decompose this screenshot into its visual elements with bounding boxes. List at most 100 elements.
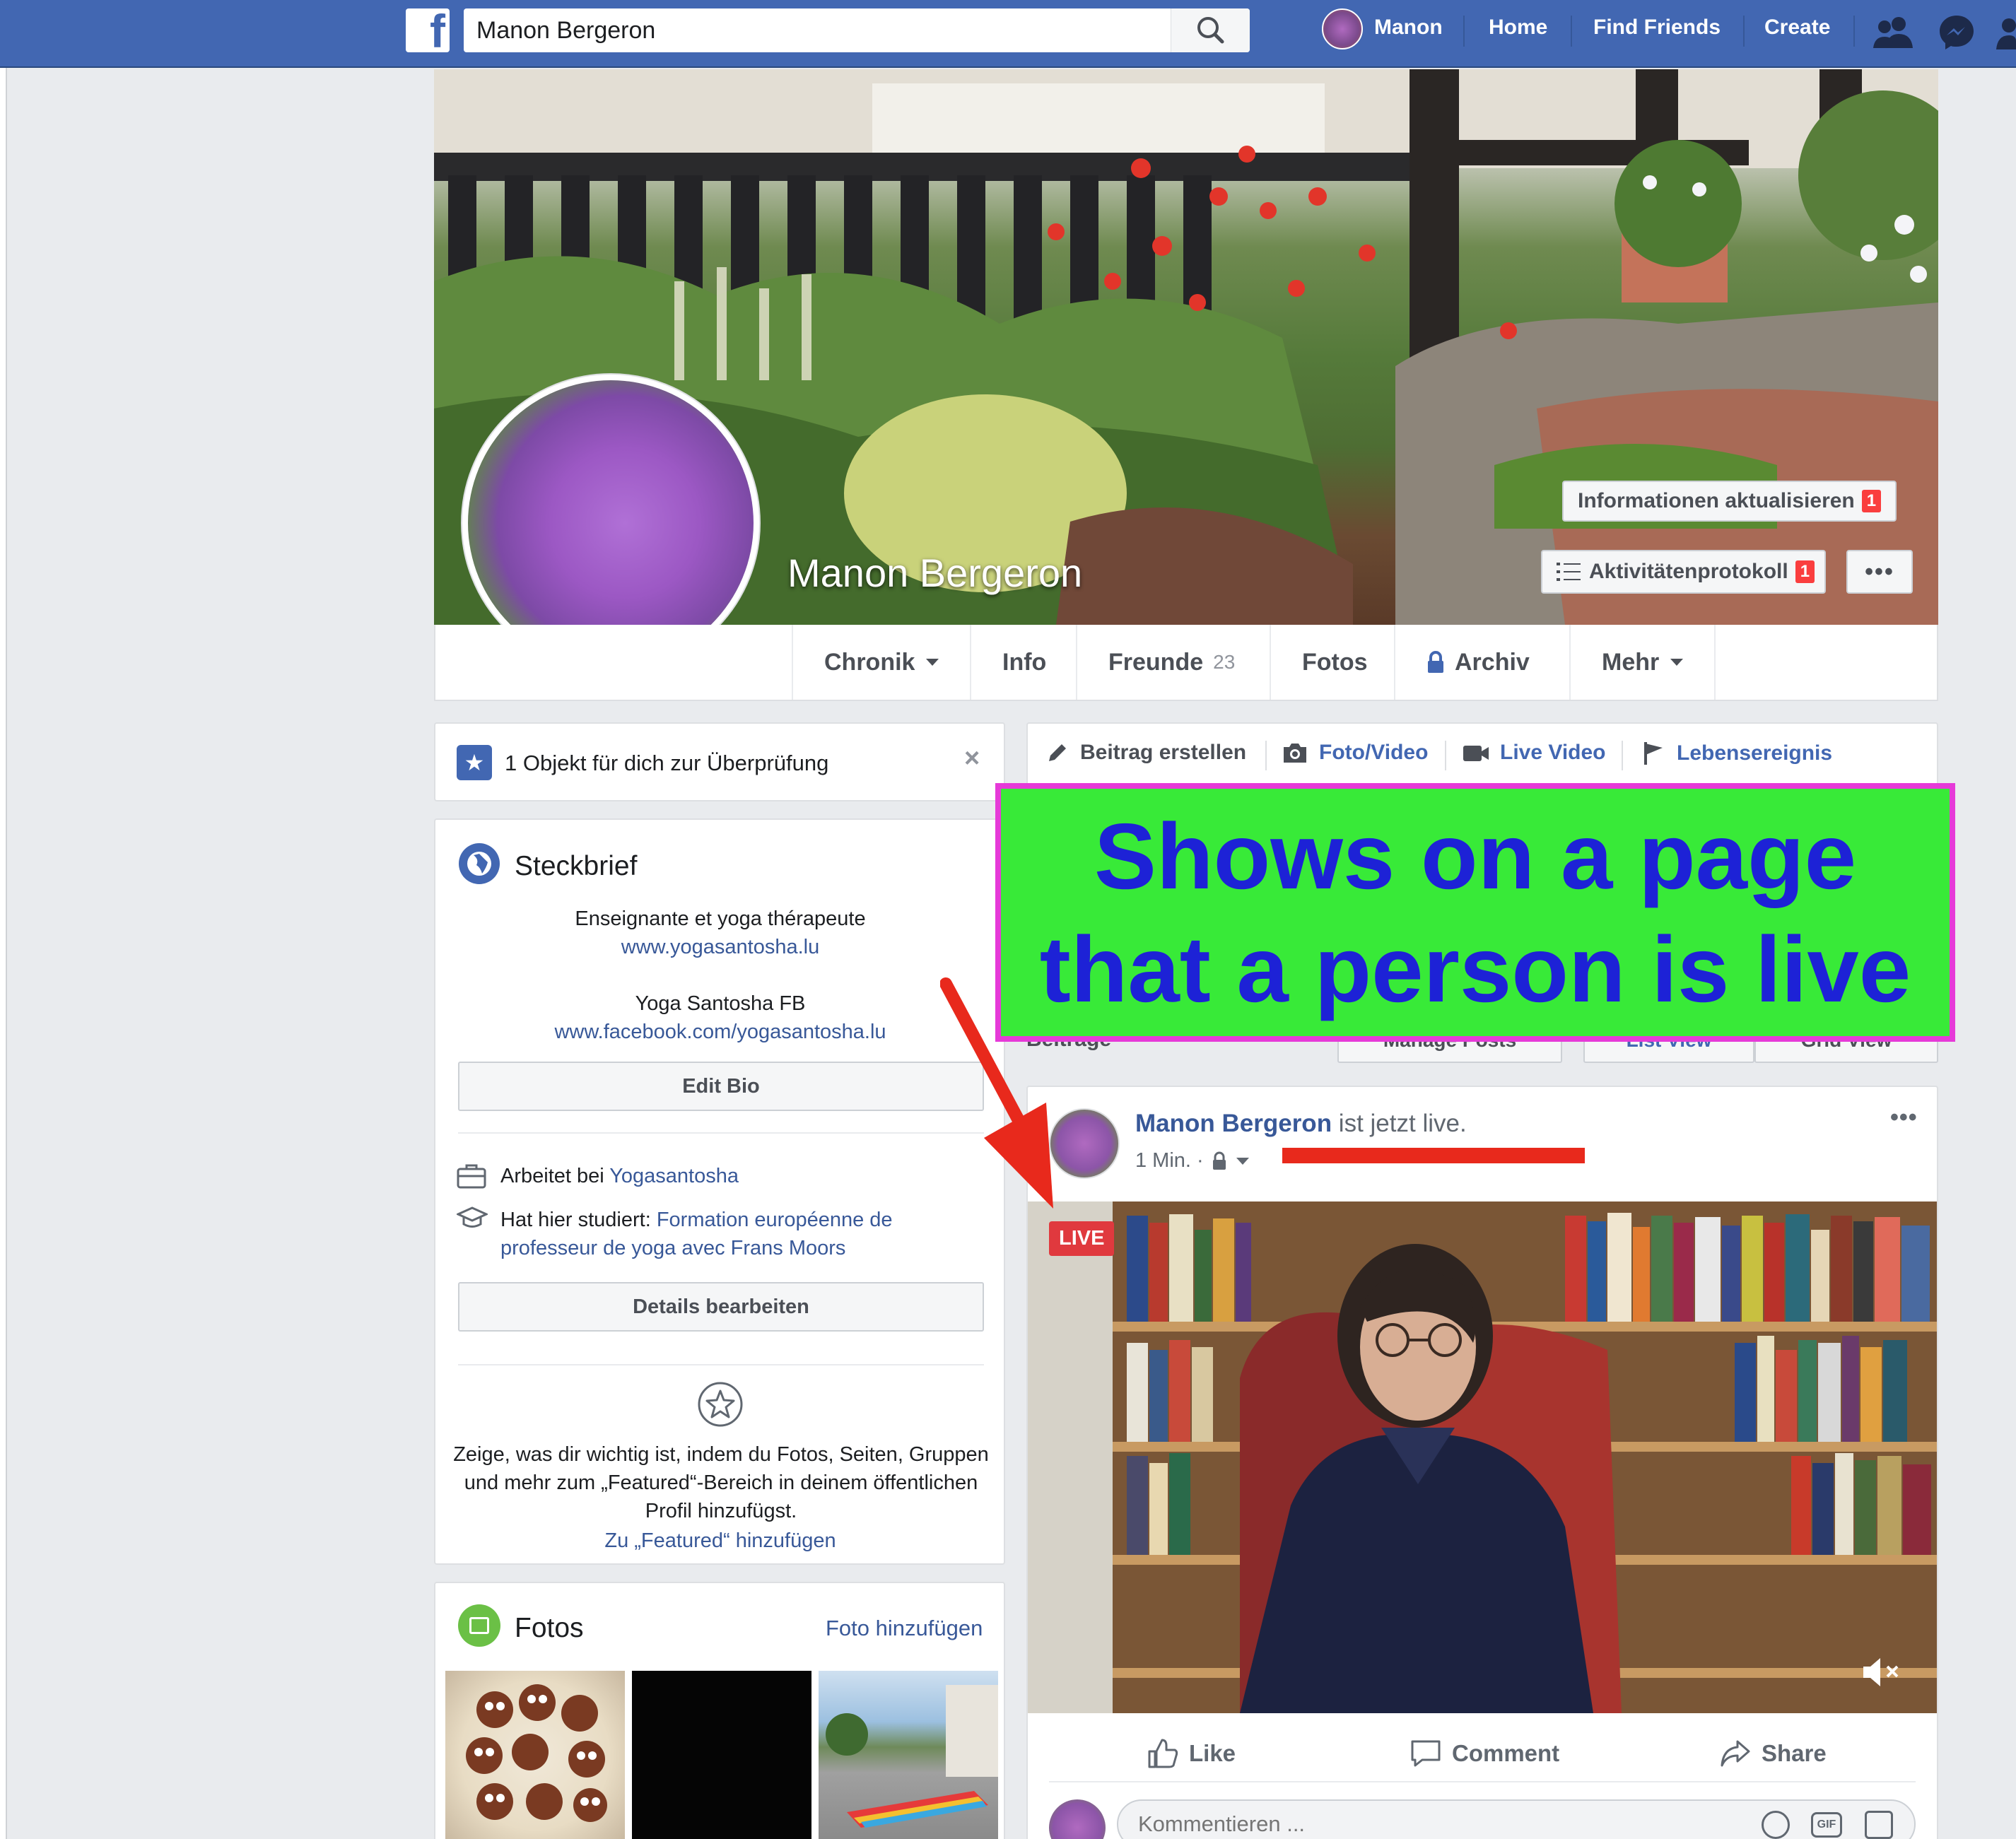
cupcakes-image [466, 1684, 607, 1822]
facebook-logo-icon[interactable]: f [406, 5, 450, 57]
callout-line-2: that a person is live [1039, 917, 1911, 1021]
briefcase-icon [457, 1164, 486, 1189]
live-video-button[interactable]: Live Video [1462, 741, 1606, 765]
add-photo-link[interactable]: Foto hinzufügen [826, 1616, 983, 1641]
more-dots-icon: ••• [1865, 558, 1894, 585]
photos-title: Fotos [515, 1613, 584, 1643]
post-header-line: Manon Bergeron ist jetzt live. [1135, 1110, 1467, 1138]
comment-bubble-icon [1411, 1740, 1441, 1767]
chevron-down-icon[interactable] [1236, 1157, 1249, 1165]
life-event-button[interactable]: Lebensereignis [1643, 741, 1832, 766]
avatar-small[interactable] [1322, 8, 1363, 49]
photo-video-button[interactable]: Foto/Video [1282, 741, 1428, 765]
review-notice[interactable]: ★ 1 Objekt für dich zur Überprüfung × [434, 722, 1005, 801]
sticker-icon[interactable] [1865, 1811, 1893, 1839]
edit-details-button[interactable]: Details bearbeiten [458, 1282, 984, 1332]
post-actions-divider [1049, 1781, 1916, 1782]
comment-button[interactable]: Comment [1410, 1737, 1559, 1770]
tab-friends-label: Freunde [1108, 648, 1204, 676]
nav-divider [1853, 16, 1855, 47]
red-arrow-annotation [940, 977, 1053, 1209]
edit-bio-button[interactable]: Edit Bio [458, 1062, 984, 1111]
photo-thumbnail-3[interactable] [819, 1671, 998, 1839]
intro-divider [458, 1132, 984, 1134]
update-info-badge: 1 [1861, 490, 1882, 512]
tab-info[interactable]: Info [970, 625, 1077, 700]
nav-divider [1463, 16, 1465, 47]
search-button[interactable] [1171, 8, 1250, 52]
close-icon[interactable]: × [964, 744, 980, 774]
friend-requests-icon[interactable] [1872, 14, 1916, 49]
tab-more[interactable]: Mehr [1569, 625, 1716, 700]
life-event-label: Lebensereignis [1677, 741, 1833, 765]
live-post: Manon Bergeron ist jetzt live. 1 Min. · … [1026, 1086, 1938, 1839]
nav-divider [1743, 16, 1745, 47]
privacy-lock-icon[interactable] [1211, 1151, 1228, 1171]
list-icon [1557, 563, 1581, 581]
post-author-link[interactable]: Manon Bergeron [1135, 1110, 1332, 1137]
top-navigation-bar: f Manon Home Find Friends Create [0, 0, 2016, 68]
tab-archive[interactable]: Archiv [1394, 625, 1561, 700]
tab-friends[interactable]: Freunde 23 [1076, 625, 1266, 700]
comment-input[interactable] [1138, 1806, 1704, 1839]
bio-line-1: Enseignante et yoga thérapeute [575, 907, 866, 930]
composer-divider [1622, 741, 1623, 770]
composer-divider [1265, 741, 1267, 770]
emoji-icon[interactable] [1762, 1811, 1790, 1839]
photos-card: Fotos Foto hinzufügen [434, 1582, 1005, 1839]
intro-card: Steckbrief Enseignante et yoga thérapeut… [434, 818, 1005, 1565]
photo-thumbnail-2[interactable] [632, 1671, 811, 1839]
search-input[interactable] [464, 8, 1156, 52]
tab-timeline[interactable]: Chronik [792, 625, 970, 700]
tab-photos-label: Fotos [1302, 648, 1368, 676]
works-at: Arbeitet bei Yogasantosha [500, 1165, 739, 1188]
create-link[interactable]: Create [1764, 16, 1830, 40]
find-friends-link[interactable]: Find Friends [1593, 16, 1721, 40]
share-label: Share [1762, 1740, 1827, 1766]
works-at-link[interactable]: Yogasantosha [609, 1165, 739, 1187]
activity-log-badge: 1 [1795, 560, 1815, 583]
intro-divider [458, 1364, 984, 1365]
create-post-button[interactable]: Beitrag erstellen [1046, 741, 1246, 765]
works-at-label: Arbeitet bei [500, 1165, 610, 1187]
like-button[interactable]: Like [1147, 1737, 1236, 1770]
star-icon: ★ [457, 745, 492, 780]
post-status-text: ist jetzt live. [1332, 1110, 1467, 1137]
lock-icon [1428, 651, 1443, 673]
mute-button[interactable] [1859, 1654, 1904, 1691]
bio-link-2[interactable]: www.facebook.com/yogasantosha.lu [435, 1018, 1005, 1046]
post-timestamp[interactable]: 1 Min. · [1135, 1149, 1204, 1173]
add-featured-link[interactable]: Zu „Featured“ hinzufügen [435, 1527, 1005, 1555]
activity-log-button[interactable]: Aktivitätenprotokoll 1 [1541, 550, 1827, 594]
tab-photos[interactable]: Fotos [1270, 625, 1399, 700]
tab-info-label: Info [1002, 648, 1047, 676]
graduation-cap-icon [457, 1206, 488, 1228]
messenger-icon[interactable] [1937, 13, 1976, 52]
tab-archive-label: Archiv [1455, 648, 1530, 676]
gif-icon[interactable]: GIF [1811, 1812, 1842, 1838]
photo-thumbnail-1[interactable] [445, 1671, 625, 1839]
profile-name-overlay[interactable]: Manon Bergeron [787, 550, 1082, 596]
featured-description: Zeige, was dir wichtig ist, indem du Fot… [453, 1443, 989, 1522]
review-text: 1 Objekt für dich zur Überprüfung [505, 751, 829, 775]
comment-label: Comment [1452, 1740, 1560, 1766]
more-options-button[interactable]: ••• [1846, 550, 1913, 594]
globe-icon [459, 843, 500, 884]
bio-link-1[interactable]: www.yogasantosha.lu [435, 933, 1005, 961]
update-info-button[interactable]: Informationen aktualisieren 1 [1562, 481, 1897, 522]
live-video-label: Live Video [1500, 741, 1606, 764]
tab-timeline-label: Chronik [824, 648, 915, 676]
post-options-icon[interactable]: ••• [1890, 1104, 1918, 1132]
home-link[interactable]: Home [1489, 16, 1547, 40]
activity-log-label: Aktivitätenprotokoll [1589, 560, 1788, 583]
more-people-icon[interactable] [1993, 16, 2016, 51]
share-button[interactable]: Share [1719, 1737, 1827, 1770]
live-badge: LIVE [1049, 1221, 1115, 1256]
create-post-label: Beitrag erstellen [1080, 741, 1247, 764]
search-icon [1197, 17, 1224, 44]
profile-link[interactable]: Manon [1374, 16, 1443, 40]
share-arrow-icon [1721, 1740, 1750, 1767]
flag-icon [1644, 742, 1663, 765]
live-video-frame [1028, 1201, 1937, 1713]
live-video-player[interactable]: LIVE [1028, 1201, 1937, 1713]
